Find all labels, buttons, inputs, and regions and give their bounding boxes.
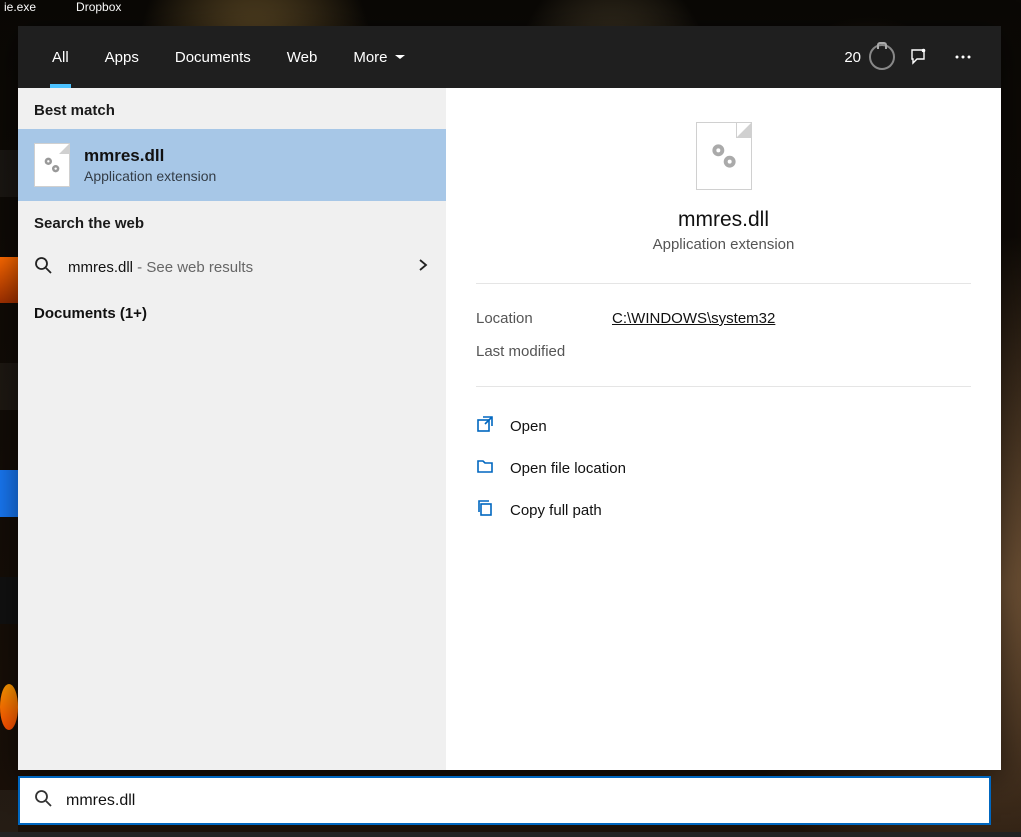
rewards-points: 20 (844, 49, 861, 66)
copy-icon (476, 499, 494, 521)
tab-apps[interactable]: Apps (89, 26, 155, 88)
search-input[interactable] (66, 792, 975, 810)
web-search-row[interactable]: mmres.dll - See web results (18, 242, 446, 293)
rewards-counter[interactable]: 20 (844, 44, 895, 70)
gears-icon (41, 154, 63, 176)
search-tabs-header: All Apps Documents Web More 20 (18, 26, 1001, 88)
tab-web[interactable]: Web (271, 26, 334, 88)
preview-file-icon (696, 122, 752, 190)
taskbar[interactable] (0, 832, 1021, 837)
documents-heading[interactable]: Documents (1+) (18, 293, 446, 334)
last-modified-key: Last modified (476, 343, 612, 360)
search-icon (34, 256, 54, 279)
web-hint: - See web results (133, 259, 253, 276)
desktop-icons-strip (0, 0, 18, 837)
desktop-icon-labels: ie.exe Dropbox (0, 0, 121, 14)
results-column: Best match mmres.dll Application extensi… (18, 88, 446, 770)
best-match-subtitle: Application extension (84, 168, 216, 184)
tab-all[interactable]: All (36, 26, 85, 88)
preview-column: mmres.dll Application extension Location… (446, 88, 1001, 770)
tab-documents[interactable]: Documents (159, 26, 267, 88)
best-match-item[interactable]: mmres.dll Application extension (18, 129, 446, 201)
location-key: Location (476, 310, 612, 327)
preview-subtitle: Application extension (653, 236, 795, 253)
tab-more[interactable]: More (337, 26, 421, 88)
search-icon (34, 789, 52, 812)
best-match-heading: Best match (18, 88, 446, 129)
action-open[interactable]: Open (476, 405, 971, 447)
web-query: mmres.dll (68, 259, 133, 276)
best-match-title: mmres.dll (84, 146, 216, 166)
gears-icon (707, 139, 741, 173)
windows-search-panel: All Apps Documents Web More 20 Best matc… (18, 26, 1001, 770)
chevron-right-icon (416, 258, 430, 277)
file-icon (34, 143, 70, 187)
chevron-down-icon (394, 51, 406, 63)
action-open-location[interactable]: Open file location (476, 447, 971, 489)
feedback-icon[interactable] (899, 37, 939, 77)
medal-icon (869, 44, 895, 70)
preview-title: mmres.dll (678, 208, 769, 232)
location-link[interactable]: C:\WINDOWS\system32 (612, 310, 775, 327)
folder-icon (476, 457, 494, 479)
action-copy-path[interactable]: Copy full path (476, 489, 971, 531)
search-web-heading: Search the web (18, 201, 446, 242)
search-box[interactable] (18, 776, 991, 825)
open-icon (476, 415, 494, 437)
options-icon[interactable] (943, 37, 983, 77)
